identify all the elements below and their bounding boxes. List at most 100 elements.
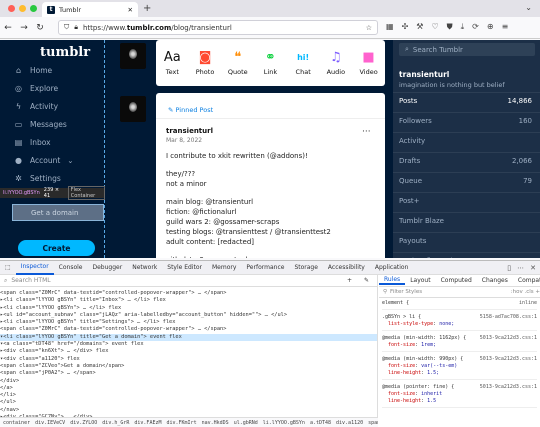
extensions-icon[interactable]: ⊕ — [487, 22, 494, 32]
post-avatar[interactable] — [120, 96, 146, 122]
sidebar-item-messages[interactable]: ▭ Messages — [14, 120, 67, 129]
tab-storage[interactable]: Storage — [289, 261, 322, 275]
more-options-icon[interactable]: ··· — [362, 127, 371, 137]
tab-console[interactable]: Console — [54, 261, 88, 275]
sidebar-row-followers[interactable]: Followers 160 — [393, 112, 540, 129]
breadcrumb-item[interactable]: a.tDT48 — [310, 420, 331, 426]
breadcrumb-item[interactable]: div.FAEzM — [134, 420, 161, 426]
breadcrumb-item[interactable]: div.IEVeCV — [35, 420, 65, 426]
tumblr-logo[interactable]: tumblr — [40, 45, 90, 60]
add-node-icon[interactable]: + — [347, 277, 360, 284]
markup-line[interactable]: ▸<div class="kn6Xt"> … </div> flex — [0, 348, 377, 355]
sidebar-row-queue[interactable]: Queue 79 — [393, 172, 540, 189]
rule-source[interactable]: inline — [519, 300, 537, 307]
breadcrumb-item[interactable]: span.ZCVeo — [368, 420, 378, 426]
close-tab-icon[interactable]: ✕ — [128, 6, 133, 14]
markup-line[interactable]: <span class="Z0MrC" data-testid="control… — [0, 326, 377, 333]
compose-link-button[interactable]: ⚭ Link — [255, 49, 285, 86]
breadcrumb-item[interactable]: div.FKmIrt — [166, 420, 196, 426]
sidebar-row-tumblr-blaze[interactable]: Tumblr Blaze — [393, 212, 540, 229]
sidebar-tab-rules[interactable]: Rules — [379, 276, 406, 285]
filter-tools[interactable]: :hov .cls + — [511, 289, 540, 295]
devtools-close-icon[interactable]: ✕ — [530, 264, 536, 272]
list-tabs-icon[interactable]: ⌄ — [525, 3, 532, 12]
markup-line[interactable]: ▾<a class="tDT48" href="/domains"> event… — [0, 341, 377, 348]
compose-audio-button[interactable]: ♫ Audio — [321, 49, 351, 86]
minimize-window-button[interactable] — [19, 5, 26, 12]
rule-selector[interactable]: element { — [382, 300, 409, 307]
sidebar-row-review-flagged-posts[interactable]: Review flagged posts — [393, 252, 540, 258]
rule-property[interactable]: font-size: var(--ts-em) — [382, 363, 537, 370]
tab-style-editor[interactable]: Style Editor — [162, 261, 207, 275]
sidebar-item-home[interactable]: ⌂ Home — [14, 66, 52, 75]
post-blog-name[interactable]: transienturl — [166, 127, 213, 135]
tools-icon[interactable]: ⚒ — [416, 22, 423, 32]
eyedropper-icon[interactable]: ✎ — [364, 277, 377, 284]
sync-icon[interactable]: ⟳ — [472, 22, 479, 32]
rule-source[interactable]: 5013-9ca212d3.css:1 — [480, 335, 537, 342]
menu-icon[interactable]: ≡ — [502, 22, 509, 32]
filter-styles[interactable]: ⚲ Filter Styles :hov .cls + — [379, 287, 540, 298]
rule-property[interactable]: line-height: 1.5; — [382, 370, 537, 377]
composer-avatar[interactable] — [120, 43, 146, 69]
sidebar-item-activity[interactable]: ϟ Activity — [14, 102, 58, 111]
sidebar-row-posts[interactable]: Posts 14,866 — [393, 92, 540, 109]
markup-line[interactable]: </nav> — [0, 407, 377, 414]
markup-line[interactable]: ▾<li class="lYYOO gBSYn" title="Get a do… — [0, 333, 377, 342]
tab-memory[interactable]: Memory — [207, 261, 241, 275]
breadcrumb-item[interactable]: container — [3, 420, 30, 426]
compose-quote-button[interactable]: ❝ Quote — [223, 49, 253, 86]
tab-inspector[interactable]: Inspector — [15, 261, 54, 275]
rule-selector[interactable]: @media (pointer: fine) { — [382, 384, 454, 391]
markup-line[interactable]: <span class="Z0MrC" data-testid="control… — [0, 290, 377, 297]
sidebar-row-activity[interactable]: Activity — [393, 132, 540, 149]
rule-property[interactable]: line-height: 1.5 — [382, 398, 537, 405]
breadcrumb-item[interactable]: nav.HkdDS — [202, 420, 229, 426]
sidebar-tab-layout[interactable]: Layout — [405, 277, 435, 284]
compose-chat-button[interactable]: hi! Chat — [288, 49, 318, 86]
markup-line[interactable]: </li> — [0, 392, 377, 399]
extension-puzzle-icon[interactable]: ✣ — [402, 22, 409, 32]
close-window-button[interactable] — [8, 5, 15, 12]
new-tab-button[interactable]: + — [143, 3, 151, 14]
markup-line[interactable]: ▾<div class="a1120"> flex — [0, 356, 377, 363]
markup-line[interactable]: <span class="ZCVeo">Get a domain</span> — [0, 363, 377, 370]
back-icon[interactable]: ← — [0, 23, 16, 33]
markup-line[interactable]: </a> — [0, 385, 377, 392]
compose-photo-button[interactable]: ◙ Photo — [190, 49, 220, 86]
sidebar-row-payouts[interactable]: Payouts — [393, 232, 540, 249]
rule-selector[interactable]: .gBSYn > li { — [382, 314, 421, 321]
breadcrumb-item[interactable]: div.ZYLOO — [70, 420, 97, 426]
rule-property[interactable]: list-style-type: none; — [382, 321, 537, 328]
breadcrumb-item[interactable]: ul.gbRNd — [234, 420, 258, 426]
markup-line[interactable]: </div> — [0, 378, 377, 385]
rule-source[interactable]: 5013-9ca212d3.css:1 — [480, 384, 537, 391]
html-search[interactable]: ⌕ Search HTML + ✎ — [0, 275, 377, 287]
sidebar-tab-changes[interactable]: Changes — [477, 277, 513, 284]
url-bar[interactable]: ⛉ 🔒︎ https://www.tumblr.com/blog/transie… — [58, 20, 378, 35]
markup-line[interactable]: <span class="jP0A2"> … </span> — [0, 370, 377, 377]
bookmark-star-icon[interactable]: ☆ — [366, 24, 372, 32]
pick-element-icon[interactable]: ⬚ — [0, 261, 16, 275]
sidebar-row-post-[interactable]: Post+ — [393, 192, 540, 209]
breadcrumb-item[interactable]: div.a1120 — [336, 420, 363, 426]
rule-source[interactable]: 5013-9ca212d3.css:1 — [480, 356, 537, 363]
sidebar-item-explore[interactable]: ◎ Explore — [14, 84, 58, 93]
sidebar-row-drafts[interactable]: Drafts 2,066 — [393, 152, 540, 169]
tab-debugger[interactable]: Debugger — [88, 261, 128, 275]
markup-line[interactable]: ▸<li class="lYYOO gBSYn" title="Inbox"> … — [0, 297, 377, 304]
sidebar-item-settings[interactable]: ✲ Settings — [14, 174, 61, 183]
browser-tab-tumblr[interactable]: t Tumblr ✕ — [42, 2, 138, 17]
sidebar-tab-compatibil[interactable]: Compatibil — [513, 277, 540, 284]
get-a-domain-link[interactable]: Get a domain — [12, 204, 104, 221]
sidebar-blog-name[interactable]: transienturl — [399, 70, 449, 79]
compose-text-button[interactable]: Aa Text — [157, 49, 187, 86]
maximize-window-button[interactable] — [30, 5, 37, 12]
rule-property[interactable]: font-size: 1rem; — [382, 342, 537, 349]
breadcrumb-item[interactable]: li.lYYOO.gBSYn — [263, 420, 305, 426]
markup-line[interactable]: ▸<li class="lYYOO gBSYn"> … </li> flex — [0, 305, 377, 312]
compose-video-button[interactable]: ■ Video — [354, 49, 384, 86]
sidebar-tab-computed[interactable]: Computed — [436, 277, 477, 284]
extension-grid-icon[interactable]: ▦ — [386, 22, 394, 32]
create-button[interactable]: Create — [18, 240, 95, 256]
